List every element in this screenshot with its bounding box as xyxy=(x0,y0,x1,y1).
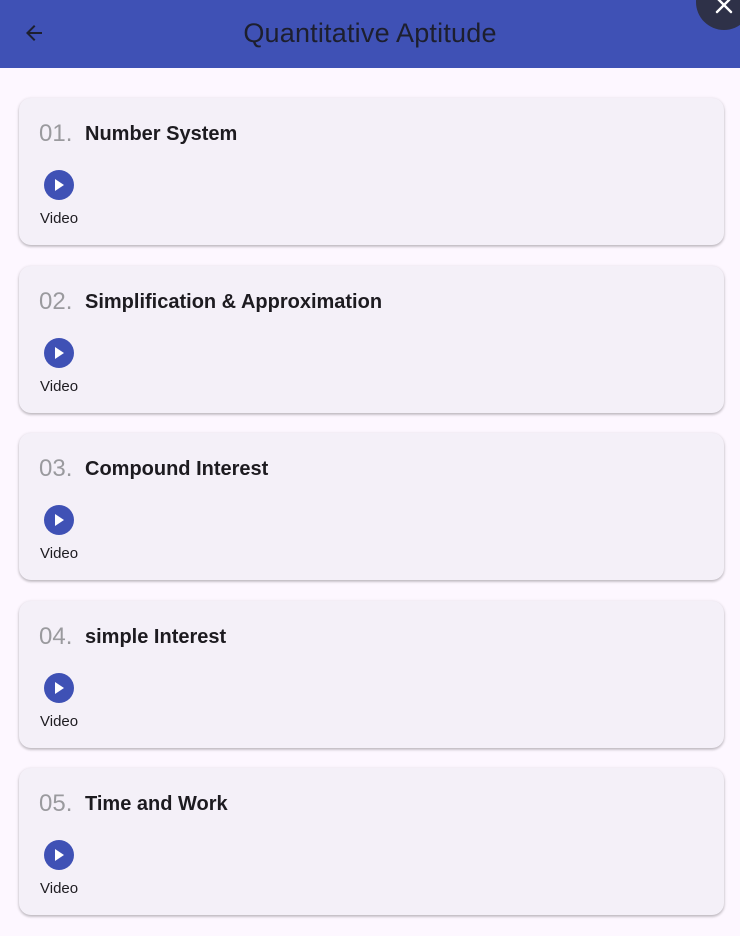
topic-card[interactable]: 04. simple Interest Video xyxy=(19,600,724,748)
play-icon xyxy=(55,346,64,359)
play-icon xyxy=(55,681,64,694)
play-icon xyxy=(55,849,64,861)
video-label: Video xyxy=(40,880,79,897)
topic-number: 01. xyxy=(39,120,73,147)
app-bar: Quantitative Aptitude xyxy=(0,0,740,68)
play-video-button[interactable] xyxy=(44,840,74,870)
topic-title: Compound Interest xyxy=(85,458,269,480)
topic-title: simple Interest xyxy=(85,625,227,648)
play-video-button[interactable] xyxy=(44,505,74,535)
play-video-button[interactable] xyxy=(44,170,74,200)
topic-card[interactable]: 01. Number System Video xyxy=(19,98,724,245)
video-label: Video xyxy=(40,545,79,562)
play-icon xyxy=(55,179,64,191)
topic-title: Simplification & Approximation xyxy=(85,290,383,313)
topic-number: 02. xyxy=(39,287,73,315)
topic-list: 01. Number System Video 02. Simplificati… xyxy=(19,98,724,936)
topic-card[interactable]: 02. Simplification & Approximation Video xyxy=(19,265,724,413)
close-icon xyxy=(715,0,733,14)
topic-card[interactable]: 05. Time and Work Video xyxy=(19,768,724,915)
play-video-button[interactable] xyxy=(44,672,74,703)
topic-number: 03. xyxy=(39,455,73,482)
video-label: Video xyxy=(40,377,79,395)
topic-title: Number System xyxy=(85,123,238,145)
topic-number: 04. xyxy=(39,622,73,650)
play-icon xyxy=(55,514,64,526)
topic-number: 05. xyxy=(39,790,73,817)
page-title: Quantitative Aptitude xyxy=(243,18,497,48)
video-label: Video xyxy=(40,210,79,227)
video-label: Video xyxy=(40,712,79,730)
topic-card[interactable]: 03. Compound Interest Video xyxy=(19,433,724,580)
play-video-button[interactable] xyxy=(44,337,74,368)
topic-title: Time and Work xyxy=(85,793,228,815)
